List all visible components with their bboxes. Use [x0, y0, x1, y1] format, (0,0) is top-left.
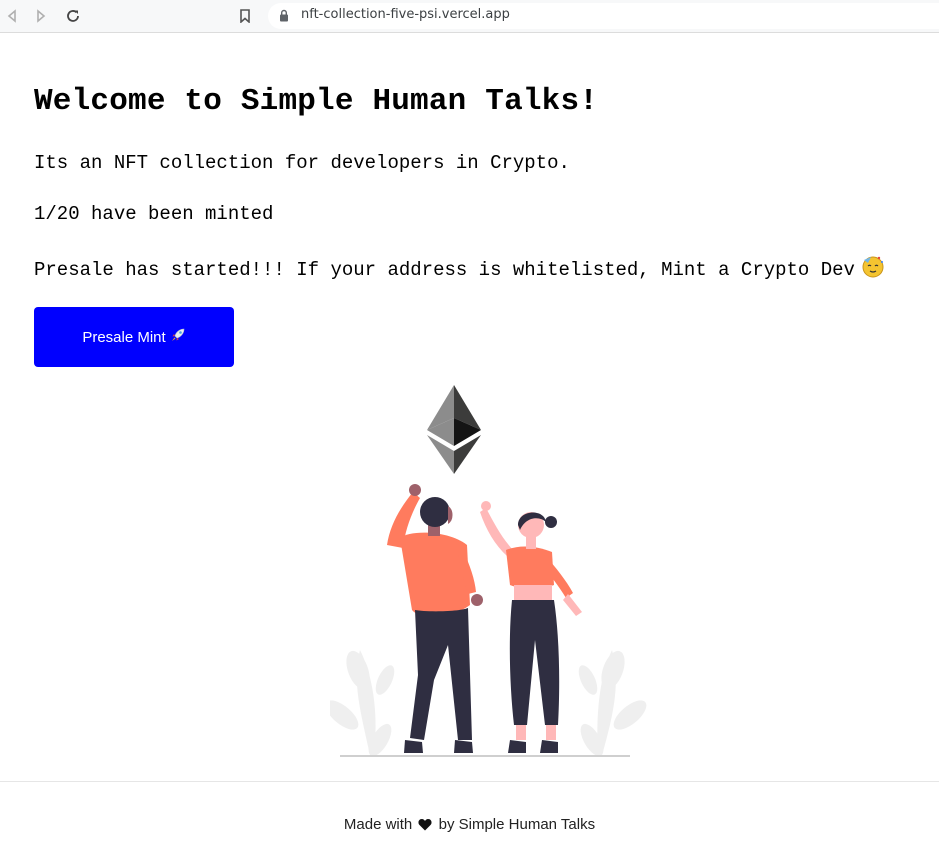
woman-figure	[480, 501, 582, 753]
back-icon[interactable]	[0, 4, 24, 28]
bookmark-icon[interactable]	[233, 4, 257, 28]
presale-status-text: Presale has started!!! If your address i…	[34, 254, 885, 284]
man-figure	[387, 484, 483, 753]
page-title: Welcome to Simple Human Talks!	[34, 84, 599, 119]
plant-right	[578, 650, 647, 757]
footer: Made with by Simple Human Talks	[0, 816, 939, 835]
minted-count-text: 1/20 have been minted	[34, 203, 274, 225]
footer-divider	[0, 781, 939, 782]
reload-icon[interactable]	[61, 4, 85, 28]
footer-suffix: by Simple Human Talks	[438, 816, 596, 833]
plant-left	[330, 650, 395, 757]
ethereum-icon	[427, 385, 481, 474]
description-text: Its an NFT collection for developers in …	[34, 152, 570, 174]
url-text[interactable]: nft-collection-five-psi.vercel.app	[301, 7, 510, 22]
presale-mint-button[interactable]: Presale Mint	[34, 307, 234, 367]
footer-prefix: Made with	[343, 816, 413, 833]
celebration-illustration	[330, 385, 647, 757]
partying-face-icon	[861, 254, 885, 284]
lock-icon	[279, 9, 289, 27]
presale-mint-label: Presale Mint	[82, 328, 166, 346]
rocket-icon	[170, 327, 186, 347]
browser-toolbar: nft-collection-five-psi.vercel.app	[0, 0, 939, 33]
heart-icon	[418, 818, 432, 835]
forward-icon[interactable]	[29, 4, 53, 28]
presale-message: Presale has started!!! If your address i…	[34, 259, 855, 281]
